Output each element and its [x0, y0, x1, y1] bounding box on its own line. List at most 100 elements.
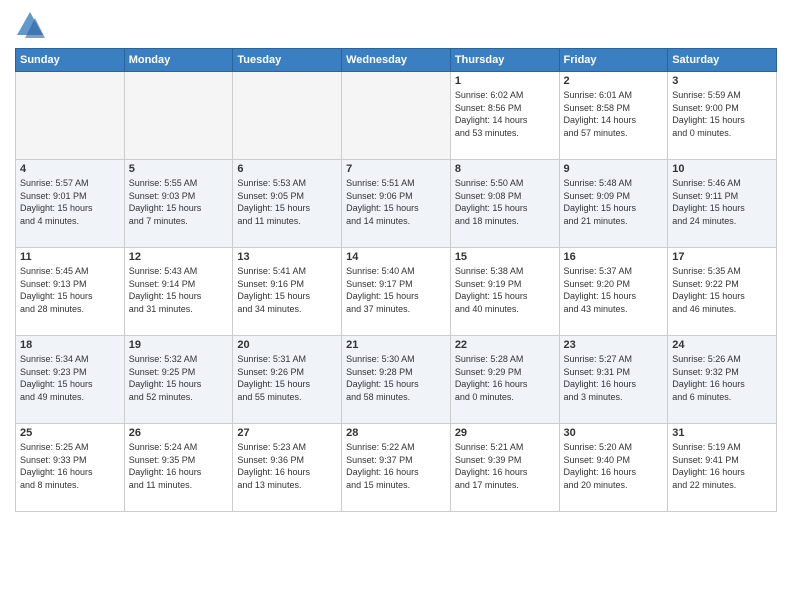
day-number: 5 — [129, 163, 229, 175]
calendar-week-2: 4 Sunrise: 5:57 AM Sunset: 9:01 PM Daylig… — [16, 160, 777, 248]
day-info: Sunrise: 5:27 AM Sunset: 9:31 PM Dayligh… — [564, 353, 664, 403]
day-number: 13 — [237, 251, 337, 263]
day-number: 31 — [672, 427, 772, 439]
calendar-cell: 7 Sunrise: 5:51 AM Sunset: 9:06 PM Daylig… — [342, 160, 451, 248]
day-info: Sunrise: 5:41 AM Sunset: 9:16 PM Dayligh… — [237, 265, 337, 315]
calendar-cell: 15Sunrise: 5:38 AM Sunset: 9:19 PM Dayli… — [450, 248, 559, 336]
day-info: Sunrise: 5:53 AM Sunset: 9:05 PM Dayligh… — [237, 177, 337, 227]
day-number: 27 — [237, 427, 337, 439]
day-number: 16 — [564, 251, 664, 263]
day-info: Sunrise: 5:19 AM Sunset: 9:41 PM Dayligh… — [672, 441, 772, 491]
calendar-cell: 23 Sunrise: 5:27 AM Sunset: 9:31 PM Dayli… — [559, 336, 668, 424]
weekday-header-monday: Monday — [124, 49, 233, 72]
calendar-cell: 16 Sunrise: 5:37 AM Sunset: 9:20 PM Dayli… — [559, 248, 668, 336]
calendar-table: SundayMondayTuesdayWednesdayThursdayFrid… — [15, 48, 777, 512]
calendar-cell: 8 Sunrise: 5:50 AM Sunset: 9:08 PM Daylig… — [450, 160, 559, 248]
weekday-header-friday: Friday — [559, 49, 668, 72]
day-info: Sunrise: 5:23 AM Sunset: 9:36 PM Dayligh… — [237, 441, 337, 491]
calendar-week-1: 1 Sunrise: 6:02 AM Sunset: 8:56 PM Daylig… — [16, 72, 777, 160]
day-info: Sunrise: 5:50 AM Sunset: 9:08 PM Dayligh… — [455, 177, 555, 227]
calendar-cell: 10 Sunrise: 5:46 AM Sunset: 9:11 PM Dayli… — [668, 160, 777, 248]
calendar-cell: 25 Sunrise: 5:25 AM Sunset: 9:33 PM Dayli… — [16, 424, 125, 512]
calendar-cell: 22 Sunrise: 5:28 AM Sunset: 9:29 PM Dayli… — [450, 336, 559, 424]
calendar-cell: 27 Sunrise: 5:23 AM Sunset: 9:36 PM Dayli… — [233, 424, 342, 512]
day-number: 18 — [20, 339, 120, 351]
day-number: 11 — [20, 251, 120, 263]
calendar-cell — [16, 72, 125, 160]
calendar-week-5: 25 Sunrise: 5:25 AM Sunset: 9:33 PM Dayli… — [16, 424, 777, 512]
day-info: Sunrise: 5:40 AM Sunset: 9:17 PM Dayligh… — [346, 265, 446, 315]
day-info: Sunrise: 5:30 AM Sunset: 9:28 PM Dayligh… — [346, 353, 446, 403]
day-number: 2 — [564, 75, 664, 87]
calendar-cell: 3 Sunrise: 5:59 AM Sunset: 9:00 PM Daylig… — [668, 72, 777, 160]
day-info: Sunrise: 5:22 AM Sunset: 9:37 PM Dayligh… — [346, 441, 446, 491]
weekday-header-sunday: Sunday — [16, 49, 125, 72]
day-info: Sunrise: 5:59 AM Sunset: 9:00 PM Dayligh… — [672, 89, 772, 139]
day-info: Sunrise: 5:37 AM Sunset: 9:20 PM Dayligh… — [564, 265, 664, 315]
weekday-header-saturday: Saturday — [668, 49, 777, 72]
calendar-cell — [124, 72, 233, 160]
day-number: 22 — [455, 339, 555, 351]
calendar-cell: 30 Sunrise: 5:20 AM Sunset: 9:40 PM Dayli… — [559, 424, 668, 512]
day-number: 1 — [455, 75, 555, 87]
weekday-header-tuesday: Tuesday — [233, 49, 342, 72]
day-number: 23 — [564, 339, 664, 351]
day-number: 24 — [672, 339, 772, 351]
day-number: 4 — [20, 163, 120, 175]
calendar-cell: 11 Sunrise: 5:45 AM Sunset: 9:13 PM Dayli… — [16, 248, 125, 336]
day-number: 6 — [237, 163, 337, 175]
day-number: 14 — [346, 251, 446, 263]
day-number: 19 — [129, 339, 229, 351]
day-number: 20 — [237, 339, 337, 351]
calendar-cell: 20 Sunrise: 5:31 AM Sunset: 9:26 PM Dayli… — [233, 336, 342, 424]
calendar-cell: 28 Sunrise: 5:22 AM Sunset: 9:37 PM Dayli… — [342, 424, 451, 512]
day-info: Sunrise: 5:28 AM Sunset: 9:29 PM Dayligh… — [455, 353, 555, 403]
calendar-cell — [233, 72, 342, 160]
day-number: 30 — [564, 427, 664, 439]
day-info: Sunrise: 5:25 AM Sunset: 9:33 PM Dayligh… — [20, 441, 120, 491]
day-info: Sunrise: 5:46 AM Sunset: 9:11 PM Dayligh… — [672, 177, 772, 227]
day-info: Sunrise: 5:34 AM Sunset: 9:23 PM Dayligh… — [20, 353, 120, 403]
day-number: 21 — [346, 339, 446, 351]
day-number: 12 — [129, 251, 229, 263]
day-number: 3 — [672, 75, 772, 87]
logo-icon — [15, 10, 45, 40]
header — [15, 10, 777, 40]
calendar-cell: 24Sunrise: 5:26 AM Sunset: 9:32 PM Dayli… — [668, 336, 777, 424]
calendar-cell: 5Sunrise: 5:55 AM Sunset: 9:03 PM Daylig… — [124, 160, 233, 248]
day-info: Sunrise: 6:02 AM Sunset: 8:56 PM Dayligh… — [455, 89, 555, 139]
day-info: Sunrise: 5:32 AM Sunset: 9:25 PM Dayligh… — [129, 353, 229, 403]
day-number: 7 — [346, 163, 446, 175]
calendar-page: SundayMondayTuesdayWednesdayThursdayFrid… — [0, 0, 792, 612]
day-info: Sunrise: 5:43 AM Sunset: 9:14 PM Dayligh… — [129, 265, 229, 315]
day-number: 26 — [129, 427, 229, 439]
calendar-cell: 9Sunrise: 5:48 AM Sunset: 9:09 PM Daylig… — [559, 160, 668, 248]
calendar-cell: 4 Sunrise: 5:57 AM Sunset: 9:01 PM Daylig… — [16, 160, 125, 248]
day-info: Sunrise: 5:48 AM Sunset: 9:09 PM Dayligh… — [564, 177, 664, 227]
calendar-cell: 12 Sunrise: 5:43 AM Sunset: 9:14 PM Dayli… — [124, 248, 233, 336]
day-info: Sunrise: 6:01 AM Sunset: 8:58 PM Dayligh… — [564, 89, 664, 139]
day-number: 10 — [672, 163, 772, 175]
day-info: Sunrise: 5:24 AM Sunset: 9:35 PM Dayligh… — [129, 441, 229, 491]
calendar-week-4: 18 Sunrise: 5:34 AM Sunset: 9:23 PM Dayli… — [16, 336, 777, 424]
calendar-cell: 6 Sunrise: 5:53 AM Sunset: 9:05 PM Daylig… — [233, 160, 342, 248]
day-number: 25 — [20, 427, 120, 439]
calendar-cell: 21 Sunrise: 5:30 AM Sunset: 9:28 PM Dayli… — [342, 336, 451, 424]
day-info: Sunrise: 5:57 AM Sunset: 9:01 PM Dayligh… — [20, 177, 120, 227]
day-number: 28 — [346, 427, 446, 439]
weekday-header-row: SundayMondayTuesdayWednesdayThursdayFrid… — [16, 49, 777, 72]
weekday-header-thursday: Thursday — [450, 49, 559, 72]
calendar-cell: 1 Sunrise: 6:02 AM Sunset: 8:56 PM Daylig… — [450, 72, 559, 160]
calendar-cell: 19 Sunrise: 5:32 AM Sunset: 9:25 PM Dayli… — [124, 336, 233, 424]
day-info: Sunrise: 5:38 AM Sunset: 9:19 PM Dayligh… — [455, 265, 555, 315]
day-info: Sunrise: 5:51 AM Sunset: 9:06 PM Dayligh… — [346, 177, 446, 227]
calendar-cell: 2 Sunrise: 6:01 AM Sunset: 8:58 PM Daylig… — [559, 72, 668, 160]
day-number: 8 — [455, 163, 555, 175]
calendar-cell: 26 Sunrise: 5:24 AM Sunset: 9:35 PM Dayli… — [124, 424, 233, 512]
day-info: Sunrise: 5:45 AM Sunset: 9:13 PM Dayligh… — [20, 265, 120, 315]
calendar-cell: 31 Sunrise: 5:19 AM Sunset: 9:41 PM Dayli… — [668, 424, 777, 512]
day-info: Sunrise: 5:20 AM Sunset: 9:40 PM Dayligh… — [564, 441, 664, 491]
day-info: Sunrise: 5:31 AM Sunset: 9:26 PM Dayligh… — [237, 353, 337, 403]
calendar-week-3: 11 Sunrise: 5:45 AM Sunset: 9:13 PM Dayli… — [16, 248, 777, 336]
logo — [15, 10, 50, 40]
